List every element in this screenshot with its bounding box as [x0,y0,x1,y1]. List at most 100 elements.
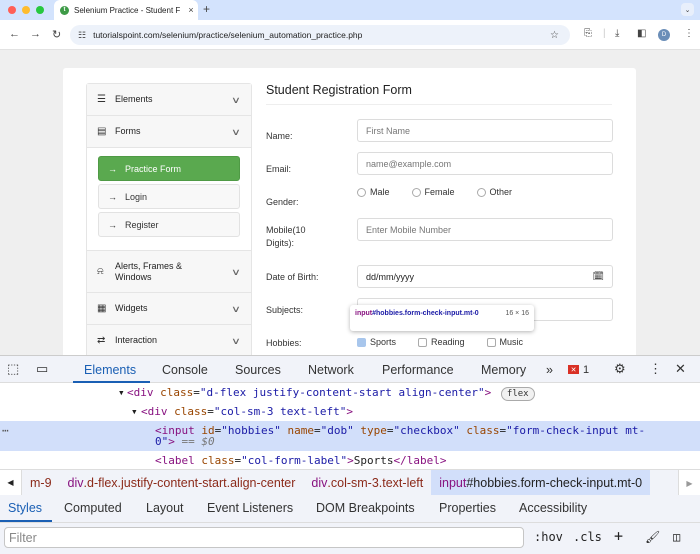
close-window-button[interactable] [8,6,16,14]
arrow-right-icon: → [108,163,117,174]
radio-circle[interactable] [357,187,366,197]
attr-value-continuation: 0" [155,435,169,448]
hobby-sports-checkbox[interactable]: Sports [357,337,396,347]
back-arrow-icon[interactable]: ← [9,28,20,40]
minimize-window-button[interactable] [22,6,30,14]
gender-female-radio[interactable]: Female [411,187,455,197]
checkbox-box[interactable] [486,337,496,347]
gender-male-radio[interactable]: Male [357,187,390,197]
dom-node-div-col[interactable]: ▾ <div class="col-sm-3 text-left"> [0,402,700,421]
tab-accessibility[interactable]: Accessibility [519,501,587,515]
checkbox-box[interactable] [357,337,366,347]
inspect-element-icon[interactable]: ⬚ [7,361,19,377]
mobile-input[interactable]: Enter Mobile Number [357,218,613,241]
tab-layout[interactable]: Layout [146,501,184,515]
sidebar-item-elements[interactable]: ☰ Elements ∨ [87,84,251,116]
hover-state-toggle[interactable]: :hov [534,530,563,544]
settings-gear-icon[interactable]: ⚙ [614,361,626,377]
class-toggle[interactable]: .cls [573,530,602,544]
submenu-login[interactable]: → Login [98,184,240,209]
address-bar[interactable]: ☷ tutorialspoint.com/selenium/practice/s… [70,25,570,45]
breadcrumb-item[interactable]: m-9 [22,470,60,496]
devtools-tab-performance[interactable]: Performance [382,363,454,377]
devtools-tab-sources[interactable]: Sources [235,363,281,377]
error-icon[interactable]: ✕ [568,365,579,374]
browser-tab[interactable]: t Selenium Practice - Student F × [54,0,198,20]
download-icon[interactable]: ⤓ [615,28,619,39]
rendering-emulation-paint-icon[interactable]: 🖌︎ [645,530,660,544]
close-tab-icon[interactable]: × [184,5,198,15]
calendar-icon[interactable]: 🗓︎ [593,271,604,282]
tutorialspoint-favicon-icon: t [60,5,69,15]
bookmark-star-icon[interactable]: ☆ [550,30,570,41]
sidebar-item-forms[interactable]: ▤ Forms ∨ [87,116,251,148]
side-panel-icon[interactable]: ◧ [637,28,646,39]
email-input[interactable]: name@example.com [357,152,613,175]
tab-computed[interactable]: Computed [64,501,122,515]
dob-value: dd/mm/yyyy [366,271,415,282]
breadcrumb-item-active[interactable]: input #hobbies.form-check-input.mt-0 [431,469,651,496]
dom-node-div-flex[interactable]: ▾ <div class="d-flex justify-content-sta… [0,383,700,402]
close-devtools-icon[interactable]: ✕ [675,361,686,377]
breadcrumb-item[interactable]: div .col-sm-3.text-left [303,470,431,496]
devtools-tab-network[interactable]: Network [308,363,354,377]
site-settings-icon[interactable]: ☷ [78,30,86,41]
device-toolbar-icon[interactable]: ▭ [36,361,48,377]
reload-icon[interactable]: ↻ [52,28,61,41]
devtools-tab-console[interactable]: Console [162,363,208,377]
expand-triangle-icon[interactable]: ▾ [131,402,138,421]
radio-circle[interactable] [411,187,421,197]
maximize-window-button[interactable] [36,6,44,14]
tab-styles[interactable]: Styles [8,501,42,515]
submenu-register[interactable]: → Register [98,212,240,237]
inspect-element-tooltip: input#hobbies.form-check-input.mt-0 16 ×… [350,305,534,331]
gender-other-radio[interactable]: Other [476,187,512,197]
radio-circle[interactable] [476,187,486,197]
checkbox-box[interactable] [418,337,428,347]
dom-node-input-selected[interactable]: ⋯ <input id="hobbies" name="dob" type="c… [0,421,700,451]
breadcrumb-scroll-right-icon[interactable]: ▶ [678,470,700,496]
devtools-tab-memory[interactable]: Memory [481,363,526,377]
extensions-puzzle-icon[interactable]: ⎘ [584,28,592,39]
breadcrumb-item[interactable]: div .d-flex.justify-content-start.align-c… [60,470,304,496]
breadcrumb-scroll-left-icon[interactable]: ◀ [0,469,22,496]
new-style-rule-plus-icon[interactable]: + [614,527,623,545]
sidebar-item-widgets[interactable]: ▦ Widgets ∨ [87,293,251,325]
date-of-birth-input[interactable]: dd/mm/yyyy 🗓︎ [357,265,613,288]
tab-dom-breakpoints[interactable]: DOM Breakpoints [316,501,415,515]
devtools-tab-elements[interactable]: Elements [84,363,136,377]
browser-menu-kebab-icon[interactable]: ⋮ [684,28,694,39]
name-label: Name: [266,131,293,141]
url-text[interactable]: tutorialspoint.com/selenium/practice/sel… [93,30,550,40]
sidebar-item-alerts[interactable]: ⍾ Alerts, Frames & Windows ∨ [87,251,251,293]
tag-close: </label> [393,454,447,467]
hobby-reading-checkbox[interactable]: Reading [418,337,465,347]
first-name-input[interactable]: First Name [357,119,613,142]
submenu-practice-form[interactable]: → Practice Form [98,156,240,181]
tab-search-chevron-icon[interactable]: ⌄ [681,3,694,16]
flex-badge[interactable]: flex [500,387,535,401]
dom-node-label[interactable]: <label class="col-form-label">Sports</la… [0,451,700,470]
sidebar-item-interaction[interactable]: ⇄ Interaction ∨ [87,325,251,355]
error-count[interactable]: 1 [583,364,589,376]
toggle-sidebar-icon[interactable]: ◫ [673,530,680,544]
expand-triangle-icon[interactable]: ▾ [118,383,125,402]
tab-properties[interactable]: Properties [439,501,496,515]
profile-avatar[interactable]: D [658,29,670,41]
hobby-music-checkbox[interactable]: Music [486,337,523,347]
node-text: Sports [353,454,394,467]
styles-filter-input[interactable]: Filter [4,527,524,548]
tag-close: > [347,454,354,467]
node-actions-ellipsis-icon[interactable]: ⋯ [2,421,9,440]
email-label: Email: [266,164,292,174]
arrow-right-icon: → [108,219,117,230]
devtools-menu-kebab-icon[interactable]: ⋮ [649,361,662,377]
forward-arrow-icon[interactable]: → [30,28,41,40]
more-tabs-button[interactable]: » [546,363,553,377]
attr-name: class [174,405,208,418]
tab-event-listeners[interactable]: Event Listeners [207,501,293,515]
new-tab-button[interactable]: + [203,2,210,16]
mobile-label: Mobile(10 Digits): [266,225,306,248]
tooltip-size: 16 × 16 [505,310,529,317]
bell-icon: ⍾ [97,266,104,277]
